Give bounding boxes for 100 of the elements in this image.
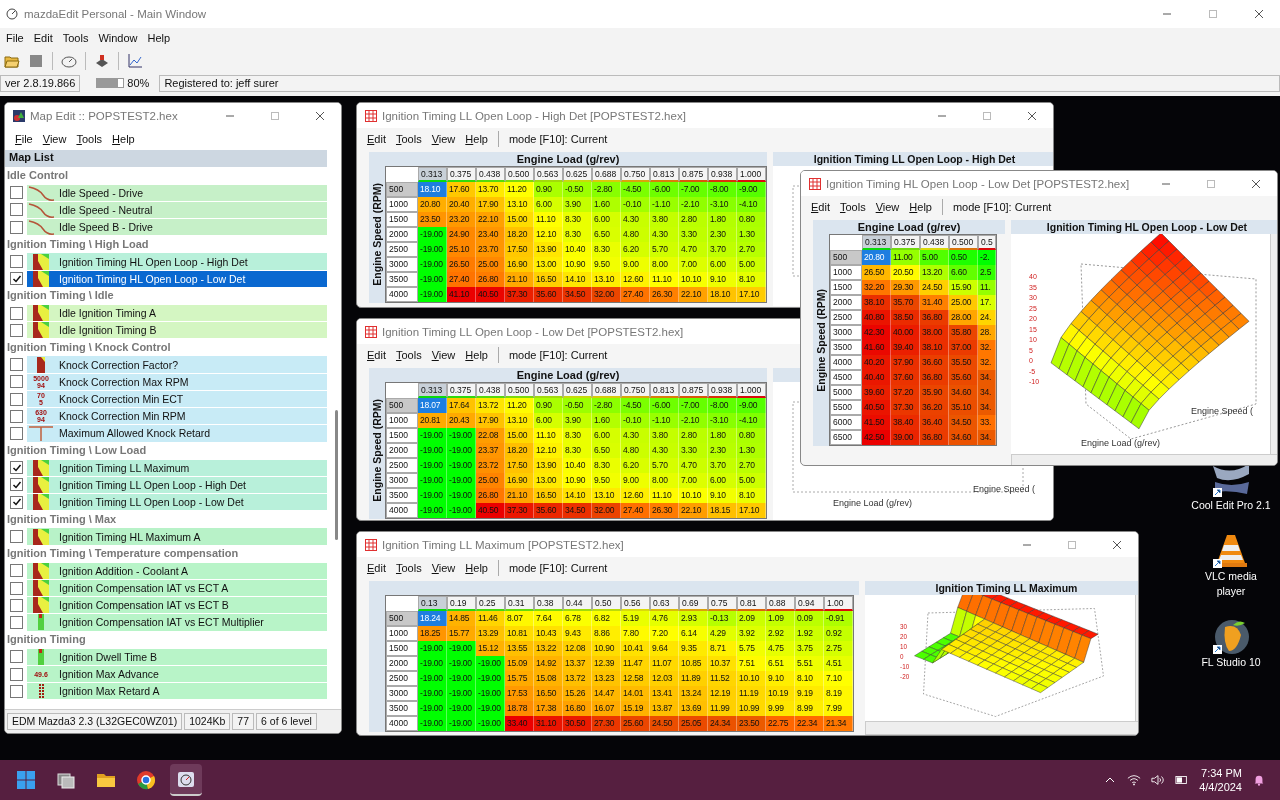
- table-cell[interactable]: -19.00: [418, 686, 447, 701]
- table-cell[interactable]: 1.30: [737, 443, 766, 458]
- map-list-item[interactable]: Idle Speed - Neutral: [27, 201, 327, 219]
- column-header[interactable]: 1.000: [737, 383, 766, 398]
- table-cell[interactable]: 11.20: [505, 398, 534, 413]
- table-cell[interactable]: 21.10: [505, 272, 534, 287]
- table-cell[interactable]: 15.77: [447, 626, 476, 641]
- menu-item[interactable]: Tools: [839, 201, 866, 213]
- table-cell[interactable]: 33.40: [505, 716, 534, 731]
- table-cell[interactable]: 24.50: [650, 716, 679, 731]
- table-cell[interactable]: 17.: [978, 295, 996, 310]
- table-cell[interactable]: 15.09: [505, 656, 534, 671]
- column-header[interactable]: 1.000: [737, 167, 766, 182]
- menu-item[interactable]: Window: [98, 32, 138, 44]
- column-header[interactable]: 0.56: [621, 596, 650, 611]
- table-cell[interactable]: 12.10: [534, 227, 563, 242]
- table-cell[interactable]: 23.72: [476, 458, 505, 473]
- table-cell[interactable]: 4.70: [679, 458, 708, 473]
- table-cell[interactable]: 6.60: [949, 265, 978, 280]
- table-cell[interactable]: 11.10: [534, 428, 563, 443]
- menu-item[interactable]: Edit: [33, 32, 53, 44]
- table-cell[interactable]: 6.00: [534, 197, 563, 212]
- table-cell[interactable]: -19.00: [447, 641, 476, 656]
- table-cell[interactable]: 18.25: [418, 626, 447, 641]
- map-list-item[interactable]: Ignition Max Retard A: [27, 683, 327, 700]
- table-cell[interactable]: 18.20: [505, 443, 534, 458]
- table-cell[interactable]: 3.80: [650, 212, 679, 227]
- column-header[interactable]: 0.688: [592, 167, 621, 182]
- table-cell[interactable]: 34.60: [949, 385, 978, 400]
- column-header[interactable]: 0.938: [708, 383, 737, 398]
- table-cell[interactable]: 13.90: [534, 458, 563, 473]
- table-cell[interactable]: -19.00: [418, 671, 447, 686]
- row-header[interactable]: 2000: [386, 443, 418, 458]
- table-cell[interactable]: 38.10: [862, 295, 891, 310]
- column-header[interactable]: 0.31: [505, 596, 534, 611]
- column-header[interactable]: 0.375: [447, 167, 476, 182]
- table-cell[interactable]: 40.20: [862, 355, 891, 370]
- table-cell[interactable]: 38.10: [920, 340, 949, 355]
- table-cell[interactable]: 9.50: [592, 473, 621, 488]
- table-cell[interactable]: 41.60: [862, 340, 891, 355]
- table-cell[interactable]: 41.10: [447, 287, 476, 302]
- menu-item[interactable]: View: [431, 349, 456, 361]
- menu-item[interactable]: View: [42, 133, 67, 145]
- table-cell[interactable]: 34.: [978, 385, 996, 400]
- table-cell[interactable]: 10.81: [505, 626, 534, 641]
- table-cell[interactable]: -2.80: [592, 398, 621, 413]
- table-cell[interactable]: 2.75: [824, 641, 853, 656]
- table-cell[interactable]: 1.80: [708, 212, 737, 227]
- table-cell[interactable]: 5.75: [737, 641, 766, 656]
- table-cell[interactable]: 39.00: [891, 430, 920, 445]
- table-cell[interactable]: 32.00: [592, 503, 621, 518]
- table-cell[interactable]: 7.20: [650, 626, 679, 641]
- table-cell[interactable]: 26.50: [447, 257, 476, 272]
- table-cell[interactable]: -19.00: [447, 503, 476, 518]
- table-cell[interactable]: -7.00: [679, 398, 708, 413]
- column-header[interactable]: 0.750: [621, 383, 650, 398]
- table-cell[interactable]: 11.07: [650, 656, 679, 671]
- table-cell[interactable]: -9.00: [737, 398, 766, 413]
- map-list-item[interactable]: Ignition Dwell Time B: [27, 648, 327, 666]
- table-cell[interactable]: -2.10: [679, 197, 708, 212]
- table-cell[interactable]: -19.00: [418, 503, 447, 518]
- table-cell[interactable]: 33.: [978, 415, 996, 430]
- table-cell[interactable]: -19.00: [418, 701, 447, 716]
- table-cell[interactable]: 22.75: [766, 716, 795, 731]
- menu-item[interactable]: Edit: [367, 349, 386, 361]
- table-cell[interactable]: 6.78: [563, 611, 592, 626]
- row-header[interactable]: 1500: [830, 280, 862, 295]
- row-header[interactable]: 2500: [386, 458, 418, 473]
- table-cell[interactable]: 25.00: [476, 257, 505, 272]
- map-list-item[interactable]: Ignition Timing LL Open Loop - High Det: [27, 476, 327, 494]
- table-cell[interactable]: 15.00: [505, 212, 534, 227]
- table-cell[interactable]: 12.10: [534, 443, 563, 458]
- column-header[interactable]: 0.25: [476, 596, 505, 611]
- table-cell[interactable]: 16.90: [505, 473, 534, 488]
- table-cell[interactable]: 7.00: [679, 473, 708, 488]
- table-cell[interactable]: 6.00: [708, 473, 737, 488]
- table-cell[interactable]: -1.10: [650, 197, 679, 212]
- menu-item[interactable]: Tools: [395, 133, 422, 145]
- table-cell[interactable]: 37.90: [891, 355, 920, 370]
- table-cell[interactable]: 25.00: [949, 295, 978, 310]
- table-cell[interactable]: 22.10: [679, 287, 708, 302]
- row-header[interactable]: 4000: [386, 716, 418, 731]
- table-cell[interactable]: 6.00: [534, 413, 563, 428]
- menu-item[interactable]: View: [431, 133, 456, 145]
- table-cell[interactable]: 14.10: [563, 272, 592, 287]
- table-cell[interactable]: 18.20: [505, 227, 534, 242]
- table-cell[interactable]: 4.30: [650, 227, 679, 242]
- table-cell[interactable]: 4.76: [650, 611, 679, 626]
- table-cell[interactable]: 3.75: [795, 641, 824, 656]
- row-header[interactable]: 1000: [386, 413, 418, 428]
- table-cell[interactable]: 13.87: [650, 701, 679, 716]
- table-cell[interactable]: 27.40: [447, 272, 476, 287]
- table-cell[interactable]: 2.5: [978, 265, 996, 280]
- map-list-item[interactable]: Ignition Timing HL Maximum A: [27, 528, 327, 545]
- table-cell[interactable]: 37.30: [505, 503, 534, 518]
- table-cell[interactable]: 12.39: [592, 656, 621, 671]
- table-cell[interactable]: 4.30: [621, 428, 650, 443]
- table-cell[interactable]: -19.00: [418, 473, 447, 488]
- table-cell[interactable]: 6.50: [592, 227, 621, 242]
- table-cell[interactable]: 16.50: [534, 686, 563, 701]
